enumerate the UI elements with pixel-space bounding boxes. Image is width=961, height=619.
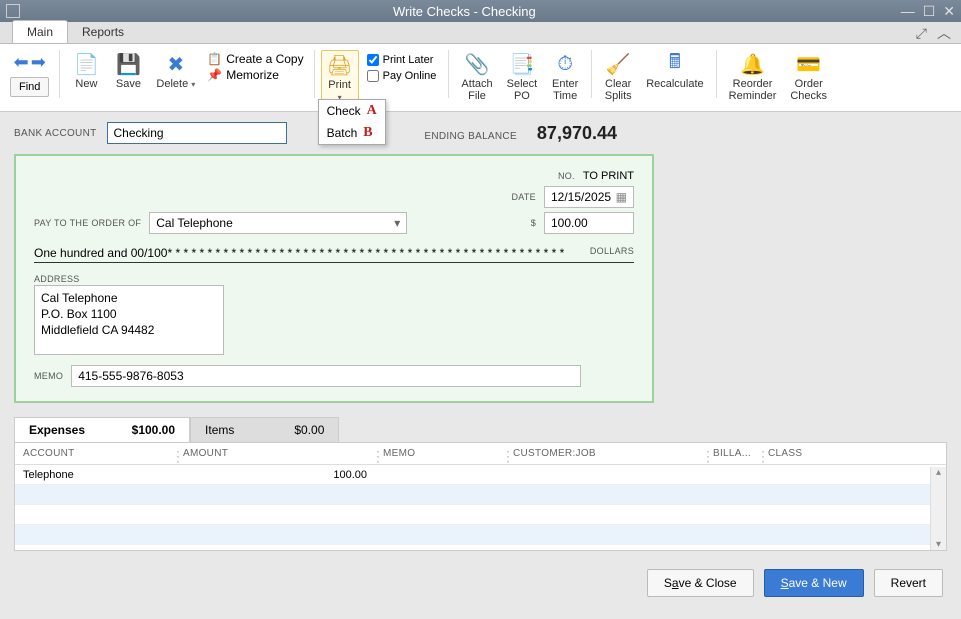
clear-icon: 🧹 (604, 52, 632, 76)
subtab-expenses[interactable]: Expenses $100.00 (14, 417, 190, 442)
delete-button[interactable]: ✖ Delete ▾ (150, 50, 201, 93)
check-no-label: NO. (558, 171, 575, 181)
col-customer[interactable]: CUSTOMER:JOB (505, 443, 705, 465)
amount-in-words: One hundred and 00/100* * * * * * * * * … (34, 246, 584, 260)
print-menu-check[interactable]: Check A (319, 100, 385, 122)
table-row[interactable] (15, 525, 946, 545)
minimize-button[interactable]: — (901, 3, 915, 20)
date-field[interactable]: 12/15/2025 ▦ (544, 186, 634, 208)
toolbar: ⬅ ➡ Find 📄 New 💾 Save ✖ Delete ▾ 📋 Creat… (0, 44, 961, 112)
find-button[interactable]: Find (10, 77, 49, 97)
amount-field[interactable]: 100.00 (544, 212, 634, 234)
next-arrow-icon[interactable]: ➡ (31, 52, 46, 73)
reminder-icon: 🔔 (739, 52, 767, 76)
memorize-button[interactable]: 📌 Memorize (207, 68, 303, 82)
revert-button[interactable]: Revert (874, 569, 943, 597)
ribbon-tabs: Main Reports ⤢ ︿ (0, 22, 961, 44)
dollars-label: DOLLARS (590, 246, 634, 260)
enter-time-button[interactable]: ⏱ Enter Time (545, 50, 585, 104)
dropdown-icon[interactable]: ▾ (394, 216, 400, 230)
address-label: ADDRESS (34, 274, 80, 284)
bank-account-field[interactable]: Checking (107, 122, 287, 144)
footer-buttons: Save & Close Save & New Revert (0, 551, 961, 605)
col-amount[interactable]: AMOUNT (175, 443, 375, 465)
calculator-icon: 🖩 (661, 52, 689, 76)
table-row[interactable] (15, 485, 946, 505)
print-icon: 🖨 (326, 53, 354, 77)
maximize-button[interactable]: ☐ (923, 3, 936, 20)
dollar-label: $ (531, 218, 536, 228)
select-po-button[interactable]: 📑 Select PO (501, 50, 544, 104)
nav-group: ⬅ ➡ Find (6, 50, 53, 99)
window-title: Write Checks - Checking (28, 4, 901, 19)
subtab-items[interactable]: Items $0.00 (190, 417, 339, 442)
system-menu-icon[interactable] (6, 4, 20, 18)
po-icon: 📑 (508, 52, 536, 76)
close-button[interactable]: ✕ (943, 3, 955, 20)
collapse-ribbon-icon[interactable]: ︿ (937, 23, 951, 43)
order-checks-icon: 💳 (795, 52, 823, 76)
save-icon: 💾 (114, 52, 142, 76)
memo-field[interactable]: 415-555-9876-8053 (71, 365, 581, 387)
date-label: DATE (511, 192, 536, 202)
memorize-icon: 📌 (207, 68, 222, 82)
save-close-button[interactable]: Save & Close (647, 569, 754, 597)
annotation-b: B (363, 125, 372, 141)
title-bar: Write Checks - Checking — ☐ ✕ (0, 0, 961, 22)
save-new-button[interactable]: Save & New (764, 569, 864, 597)
create-copy-button[interactable]: 📋 Create a Copy (207, 52, 303, 66)
attach-icon: 📎 (463, 52, 491, 76)
expenses-table: ACCOUNT AMOUNT MEMO CUSTOMER:JOB BILLA..… (14, 443, 947, 551)
calendar-icon[interactable]: ▦ (616, 190, 627, 204)
tab-main[interactable]: Main (12, 20, 68, 43)
expand-icon[interactable]: ⤢ (916, 25, 927, 42)
print-later-checkbox[interactable]: Print Later (367, 54, 437, 66)
delete-icon: ✖ (162, 52, 190, 76)
new-icon: 📄 (72, 52, 100, 76)
reorder-reminder-button[interactable]: 🔔 Reorder Reminder (723, 50, 783, 104)
col-class[interactable]: CLASS (760, 443, 946, 465)
new-button[interactable]: 📄 New (66, 50, 106, 92)
table-scrollbar[interactable]: ▴ ▾ (930, 467, 946, 550)
scroll-down-icon[interactable]: ▾ (931, 539, 946, 550)
col-account[interactable]: ACCOUNT (15, 443, 175, 465)
expenses-total: $100.00 (115, 423, 175, 437)
memo-label: MEMO (34, 371, 63, 381)
table-row[interactable]: Telephone 100.00 (15, 465, 946, 485)
clock-icon: ⏱ (551, 52, 579, 76)
check-panel: NO. TO PRINT DATE 12/15/2025 ▦ PAY TO TH… (14, 154, 654, 403)
address-field[interactable]: Cal Telephone P.O. Box 1100 Middlefield … (34, 285, 224, 355)
recalculate-button[interactable]: 🖩 Recalculate (640, 50, 709, 92)
col-memo[interactable]: MEMO (375, 443, 505, 465)
prev-arrow-icon[interactable]: ⬅ (14, 52, 29, 73)
clear-splits-button[interactable]: 🧹 Clear Splits (598, 50, 638, 104)
tab-reports[interactable]: Reports (68, 21, 138, 43)
pay-to-label: PAY TO THE ORDER OF (34, 218, 141, 228)
bank-account-row: BANK ACCOUNT Checking ENDING BALANCE 87,… (0, 112, 961, 154)
table-row[interactable] (15, 505, 946, 525)
order-checks-button[interactable]: 💳 Order Checks (784, 50, 833, 104)
ending-balance-value: 87,970.44 (537, 123, 617, 144)
print-button[interactable]: 🖨 Print▾ Check A Batch B (321, 50, 359, 107)
save-button[interactable]: 💾 Save (108, 50, 148, 92)
print-menu-batch[interactable]: Batch B (319, 122, 385, 144)
col-billable[interactable]: BILLA... (705, 443, 760, 465)
ending-balance-label: ENDING BALANCE (424, 131, 517, 142)
attach-file-button[interactable]: 📎 Attach File (455, 50, 498, 104)
payee-field[interactable]: Cal Telephone ▾ (149, 212, 407, 234)
pay-online-checkbox[interactable]: Pay Online (367, 70, 437, 82)
scroll-up-icon[interactable]: ▴ (931, 467, 946, 478)
print-dropdown-menu: Check A Batch B (318, 99, 386, 145)
copy-icon: 📋 (207, 52, 222, 66)
check-no-value: TO PRINT (583, 170, 634, 182)
annotation-a: A (367, 103, 377, 119)
detail-subtabs: Expenses $100.00 Items $0.00 (14, 417, 947, 443)
items-total: $0.00 (264, 423, 324, 437)
bank-account-label: BANK ACCOUNT (14, 128, 97, 139)
